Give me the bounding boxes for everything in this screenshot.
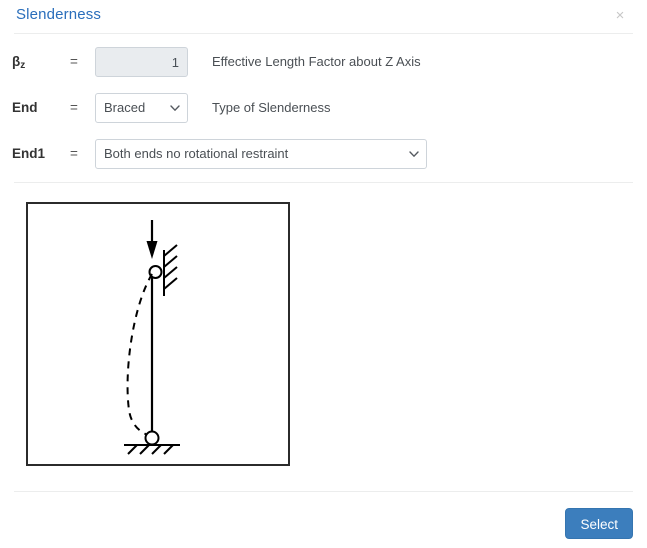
beta-z-equals-sign: = — [70, 54, 78, 69]
header-divider — [14, 33, 633, 34]
chevron-down-icon — [409, 151, 419, 159]
dialog-header: Slenderness × — [0, 0, 647, 33]
beta-z-input[interactable] — [95, 47, 188, 77]
beta-z-hint: Effective Length Factor about Z Axis — [212, 54, 421, 69]
page-title: Slenderness — [16, 6, 102, 23]
buckled-shape-curve — [126, 273, 153, 437]
beta-z-label-subscript: z — [20, 60, 26, 71]
bottom-pin-node — [144, 430, 160, 446]
end1-equals-sign: = — [70, 146, 78, 161]
end-label-text: End — [12, 100, 38, 115]
end-hint: Type of Slenderness — [212, 100, 331, 115]
chevron-down-icon — [170, 105, 180, 113]
beta-z-control — [95, 47, 188, 77]
end1-control: Both ends no rotational restraint — [95, 139, 427, 169]
end1-select-value: Both ends no rotational restraint — [104, 146, 289, 161]
beta-z-label: βz — [12, 47, 64, 77]
close-icon[interactable]: × — [611, 7, 629, 25]
bottom-pin-support — [124, 444, 180, 455]
end-control: Braced — [95, 93, 188, 123]
end-equals-sign: = — [70, 100, 78, 115]
select-button[interactable]: Select — [565, 508, 633, 539]
load-arrow-icon — [146, 220, 158, 259]
end1-select[interactable]: Both ends no rotational restraint — [95, 139, 427, 169]
end1-label: End1 — [12, 139, 64, 169]
form-divider — [14, 182, 633, 183]
dialog-footer: Select — [0, 491, 647, 548]
end-select-value: Braced — [104, 100, 146, 115]
top-brace-support — [163, 244, 178, 296]
beta-z-label-text: β — [12, 54, 21, 69]
end-select[interactable]: Braced — [95, 93, 188, 123]
end1-label-text: End1 — [12, 146, 46, 161]
buckling-mode-diagram — [26, 202, 290, 466]
end-label: End — [12, 93, 64, 123]
